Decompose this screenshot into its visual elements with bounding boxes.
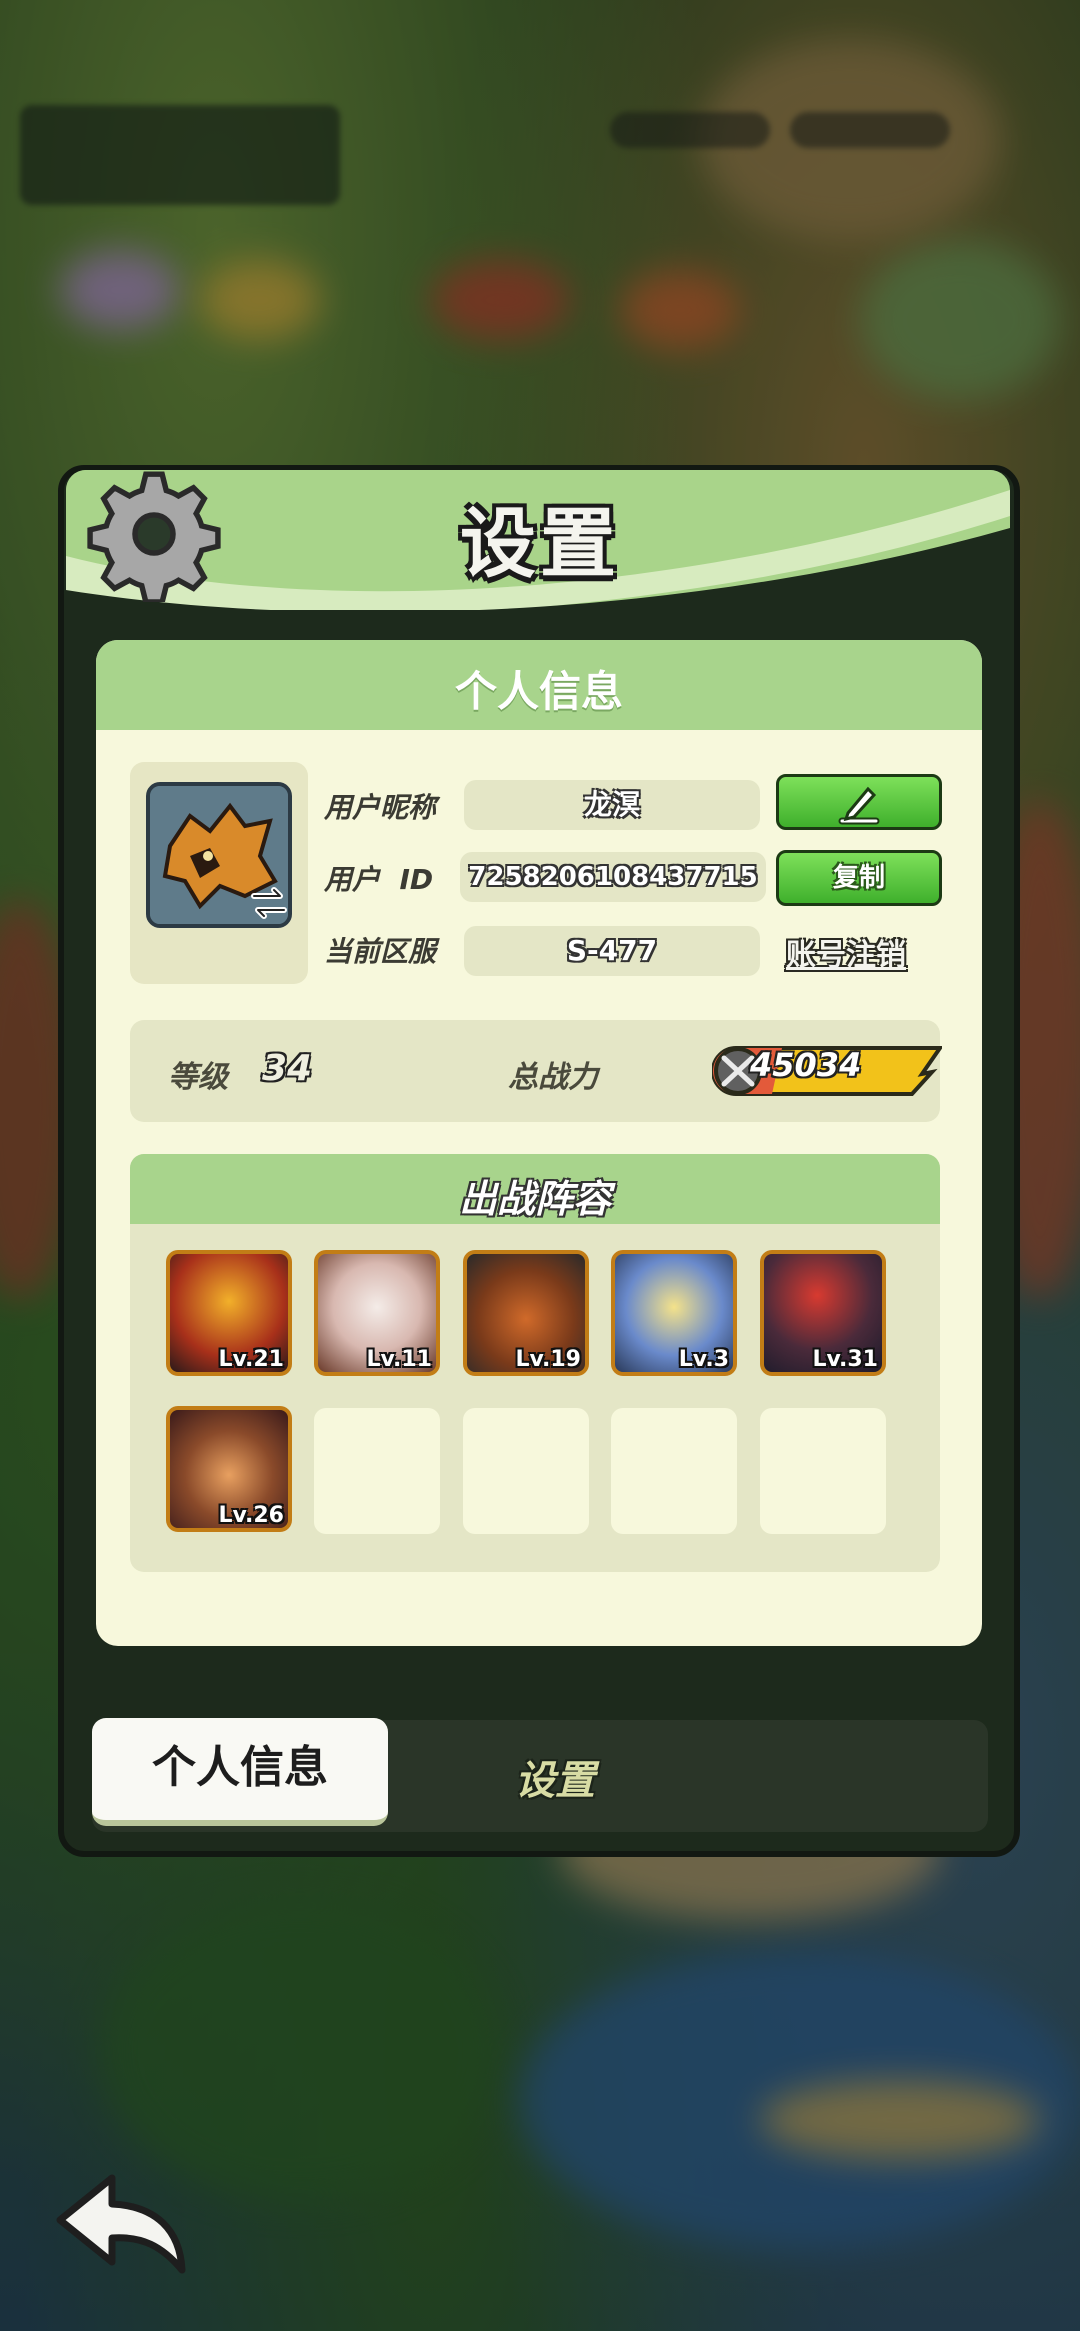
power-label: 总战力 [508, 1060, 598, 1095]
nickname-field: 龙溟 [464, 780, 760, 830]
avatar-card [130, 762, 308, 984]
lineup-title: 出战阵容 [458, 1177, 611, 1221]
back-arrow-icon[interactable] [52, 2170, 192, 2280]
user-id-label: 用户 ID [324, 863, 434, 896]
nickname-label: 用户昵称 [324, 791, 437, 824]
hero-slot[interactable]: Lv.19 [463, 1250, 589, 1376]
power-value: 45034 [750, 1046, 862, 1084]
server-label: 当前区服 [324, 935, 437, 968]
hero-level: Lv.26 [218, 1503, 284, 1528]
edit-nickname-button[interactable] [776, 774, 942, 830]
swap-avatar-icon[interactable] [246, 880, 292, 926]
hero-slot[interactable]: Lv.11 [314, 1250, 440, 1376]
delete-account-link[interactable]: 账号注销 [786, 930, 906, 974]
user-id-field: 7258206108437715 [460, 852, 766, 902]
hero-level: Lv.11 [366, 1347, 432, 1372]
battle-lineup: 出战阵容 Lv.21 Lv.11 Lv.19 Lv.3 Lv.31 Lv.26 [130, 1154, 940, 1572]
hero-slot[interactable]: Lv.26 [166, 1406, 292, 1532]
stats-bar: 等级 34 总战力 45034 [130, 1020, 942, 1122]
hero-level: Lv.19 [515, 1347, 581, 1372]
profile-panel: 个人信息 用户昵称 龙溟 用户 ID 7258206108437715 复制 当… [96, 640, 982, 1646]
hero-slot[interactable]: Lv.31 [760, 1250, 886, 1376]
hero-level: Lv.3 [678, 1347, 729, 1372]
empty-hero-slot[interactable] [463, 1408, 589, 1534]
tab-settings[interactable]: 设置 [460, 1748, 650, 1806]
hero-level: Lv.31 [812, 1347, 878, 1372]
dialog-title: 设置 [460, 499, 620, 588]
level-value: 34 [262, 1048, 313, 1089]
empty-hero-slot[interactable] [611, 1408, 737, 1534]
level-label: 等级 [168, 1060, 228, 1095]
hero-slot[interactable]: Lv.21 [166, 1250, 292, 1376]
empty-hero-slot[interactable] [314, 1408, 440, 1534]
hero-slot[interactable]: Lv.3 [611, 1250, 737, 1376]
avatar[interactable] [146, 782, 292, 928]
pencil-icon [838, 786, 880, 825]
copy-id-button[interactable]: 复制 [776, 850, 942, 906]
hero-level: Lv.21 [218, 1347, 284, 1372]
panel-title: 个人信息 [454, 667, 623, 716]
tab-profile[interactable]: 个人信息 [92, 1718, 388, 1826]
empty-hero-slot[interactable] [760, 1408, 886, 1534]
server-field: S-477 [464, 926, 760, 976]
